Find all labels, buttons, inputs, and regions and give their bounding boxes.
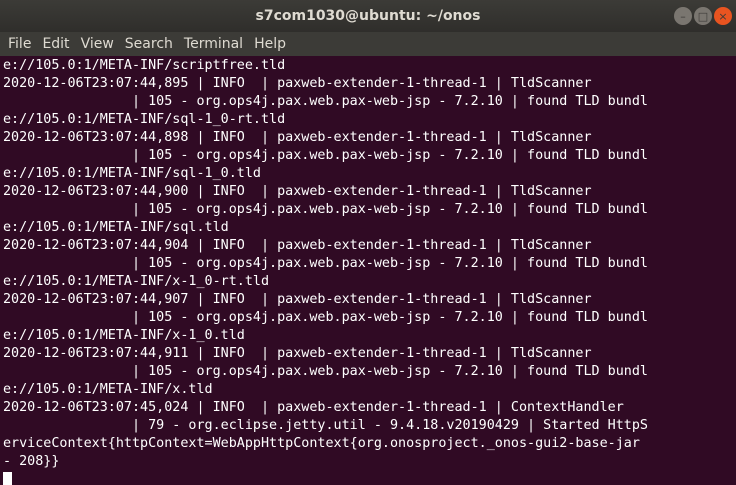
terminal-line: e://105.0:1/META-INF/scriptfree.tld bbox=[3, 58, 286, 73]
close-icon[interactable]: × bbox=[714, 7, 732, 25]
terminal-line: 2020-12-06T23:07:44,895 | INFO | paxweb-… bbox=[3, 76, 592, 91]
terminal-line: | 105 - org.ops4j.pax.web.pax-web-jsp - … bbox=[3, 94, 648, 109]
maximize-icon[interactable]: □ bbox=[694, 7, 712, 25]
prompt-line[interactable] bbox=[3, 471, 736, 485]
terminal-line: erviceContext{httpContext=WebAppHttpCont… bbox=[3, 436, 640, 451]
terminal-line: | 105 - org.ops4j.pax.web.pax-web-jsp - … bbox=[3, 310, 648, 325]
terminal-line: | 105 - org.ops4j.pax.web.pax-web-jsp - … bbox=[3, 256, 648, 271]
menu-help[interactable]: Help bbox=[250, 36, 290, 52]
terminal-line: e://105.0:1/META-INF/sql-1_0-rt.tld bbox=[3, 112, 286, 127]
terminal-line: e://105.0:1/META-INF/x-1_0-rt.tld bbox=[3, 274, 270, 289]
minimize-icon[interactable]: – bbox=[674, 7, 692, 25]
menu-search[interactable]: Search bbox=[121, 36, 177, 52]
terminal-line: e://105.0:1/META-INF/x.tld bbox=[3, 382, 213, 397]
terminal-line: 2020-12-06T23:07:44,898 | INFO | paxweb-… bbox=[3, 130, 592, 145]
menu-file[interactable]: File bbox=[4, 36, 35, 52]
terminal-line: 2020-12-06T23:07:44,911 | INFO | paxweb-… bbox=[3, 346, 592, 361]
terminal-line: 2020-12-06T23:07:44,900 | INFO | paxweb-… bbox=[3, 184, 592, 199]
terminal-line: 2020-12-06T23:07:44,907 | INFO | paxweb-… bbox=[3, 292, 592, 307]
terminal-line: | 105 - org.ops4j.pax.web.pax-web-jsp - … bbox=[3, 202, 648, 217]
text-cursor bbox=[3, 472, 12, 485]
terminal-line: - 208}} bbox=[3, 454, 60, 469]
terminal-line: 2020-12-06T23:07:45,024 | INFO | paxweb-… bbox=[3, 400, 624, 415]
terminal-line: | 79 - org.eclipse.jetty.util - 9.4.18.v… bbox=[3, 418, 648, 433]
terminal-line: 2020-12-06T23:07:44,904 | INFO | paxweb-… bbox=[3, 238, 592, 253]
menu-edit[interactable]: Edit bbox=[38, 36, 73, 52]
menu-bar: File Edit View Search Terminal Help bbox=[0, 32, 736, 56]
window-title: s7com1030@ubuntu: ~/onos bbox=[255, 8, 481, 24]
menu-view[interactable]: View bbox=[77, 36, 118, 52]
menu-terminal[interactable]: Terminal bbox=[180, 36, 247, 52]
terminal-line: | 105 - org.ops4j.pax.web.pax-web-jsp - … bbox=[3, 364, 648, 379]
terminal-line: e://105.0:1/META-INF/x-1_0.tld bbox=[3, 328, 245, 343]
terminal-output[interactable]: e://105.0:1/META-INF/scriptfree.tld 2020-… bbox=[0, 56, 736, 485]
terminal-line: e://105.0:1/META-INF/sql-1_0.tld bbox=[3, 166, 261, 181]
terminal-line: | 105 - org.ops4j.pax.web.pax-web-jsp - … bbox=[3, 148, 648, 163]
title-bar[interactable]: s7com1030@ubuntu: ~/onos – □ × bbox=[0, 0, 736, 32]
terminal-line: e://105.0:1/META-INF/sql.tld bbox=[3, 220, 229, 235]
terminal-window: s7com1030@ubuntu: ~/onos – □ × File Edit… bbox=[0, 0, 736, 485]
